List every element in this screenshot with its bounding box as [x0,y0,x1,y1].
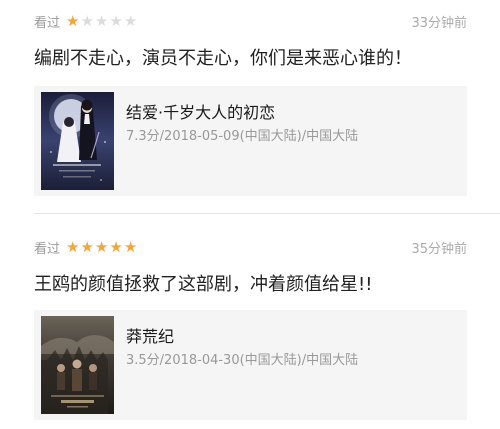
star-empty-icon: ★ [109,11,123,30]
review-feed: 看过 ★★★★★ 33分钟前 编剧不走心，演员不走心，你们是来恶心谁的！ [0,0,500,429]
rating-stars: ★ ★ ★ ★ ★ [66,11,138,30]
movie-card[interactable]: 结爱·千岁大人的初恋 7.3分/2018-05-09(中国大陆)/中国大陆 [34,86,467,196]
star-filled-icon: ★ [80,237,94,256]
review-item: 看过 ★★★★★ 35分钟前 王鸥的颜值拯救了这部剧，冲着颜值给星!! [0,226,500,429]
watch-status: 看过 [34,15,61,31]
review-comment: 王鸥的颜值拯救了这部剧，冲着颜值给星!! [34,274,373,295]
movie-meta: 3.5分/2018-04-30(中国大陆)/中国大陆 [126,353,359,368]
review-time: 35分钟前 [411,241,467,257]
star-empty-icon: ★ [94,11,109,30]
star-filled-icon: ★ [66,237,80,256]
movie-title[interactable]: 结爱·千岁大人的初恋 [126,99,275,123]
star-empty-icon: ★ [123,11,138,30]
review-time: 33分钟前 [411,15,467,31]
review-meta: 看过 ★ ★ ★ ★ ★ 33分钟前 [34,11,467,31]
star-filled-icon: ★ [109,237,123,256]
movie-card[interactable]: 莽荒纪 3.5分/2018-04-30(中国大陆)/中国大陆 [34,310,467,420]
watch-status: 看过 [34,241,61,257]
movie-meta: 7.3分/2018-05-09(中国大陆)/中国大陆 [126,129,359,144]
review-item: 看过 ★★★★★ 33分钟前 编剧不走心，演员不走心，你们是来恶心谁的！ [0,0,500,214]
movie-poster[interactable] [41,92,114,190]
star-filled-icon: ★ [123,237,138,256]
review-comment: 编剧不走心，演员不走心，你们是来恶心谁的！ [34,48,412,69]
movie-title[interactable]: 莽荒纪 [126,323,174,347]
movie-poster[interactable] [41,316,114,414]
rating-stars: ★ ★ ★ ★ ★ [66,237,138,256]
star-empty-icon: ★ [80,11,94,30]
star-filled-icon: ★ [94,237,109,256]
review-meta: 看过 ★ ★ ★ ★ ★ 35分钟前 [34,237,467,257]
star-filled-icon: ★ [66,11,80,30]
